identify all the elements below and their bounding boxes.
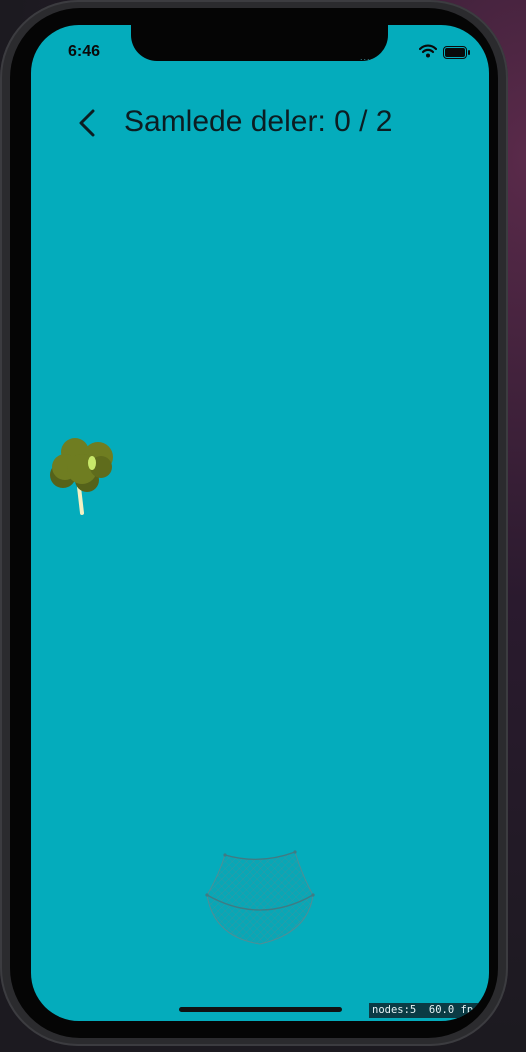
status-time: 6:46 bbox=[68, 43, 101, 60]
back-button[interactable] bbox=[67, 103, 107, 143]
debug-stats: nodes:5 60.0 fps bbox=[369, 1003, 483, 1018]
battery-icon bbox=[443, 46, 470, 59]
falling-tree-sprite[interactable] bbox=[49, 435, 117, 517]
tree-icon bbox=[50, 438, 113, 515]
chevron-left-icon bbox=[79, 109, 95, 137]
catch-basket[interactable] bbox=[204, 847, 316, 949]
home-indicator[interactable] bbox=[179, 1007, 342, 1012]
page-title: Samlede deler: 0 / 2 bbox=[124, 105, 393, 138]
notch bbox=[131, 25, 388, 61]
wifi-icon bbox=[419, 44, 437, 58]
cellular-signal: .... bbox=[360, 52, 375, 62]
net-icon bbox=[205, 850, 315, 945]
app-screen: 6:46 .... Samlede deler: 0 / 2 nodes:5 6… bbox=[31, 25, 489, 1021]
